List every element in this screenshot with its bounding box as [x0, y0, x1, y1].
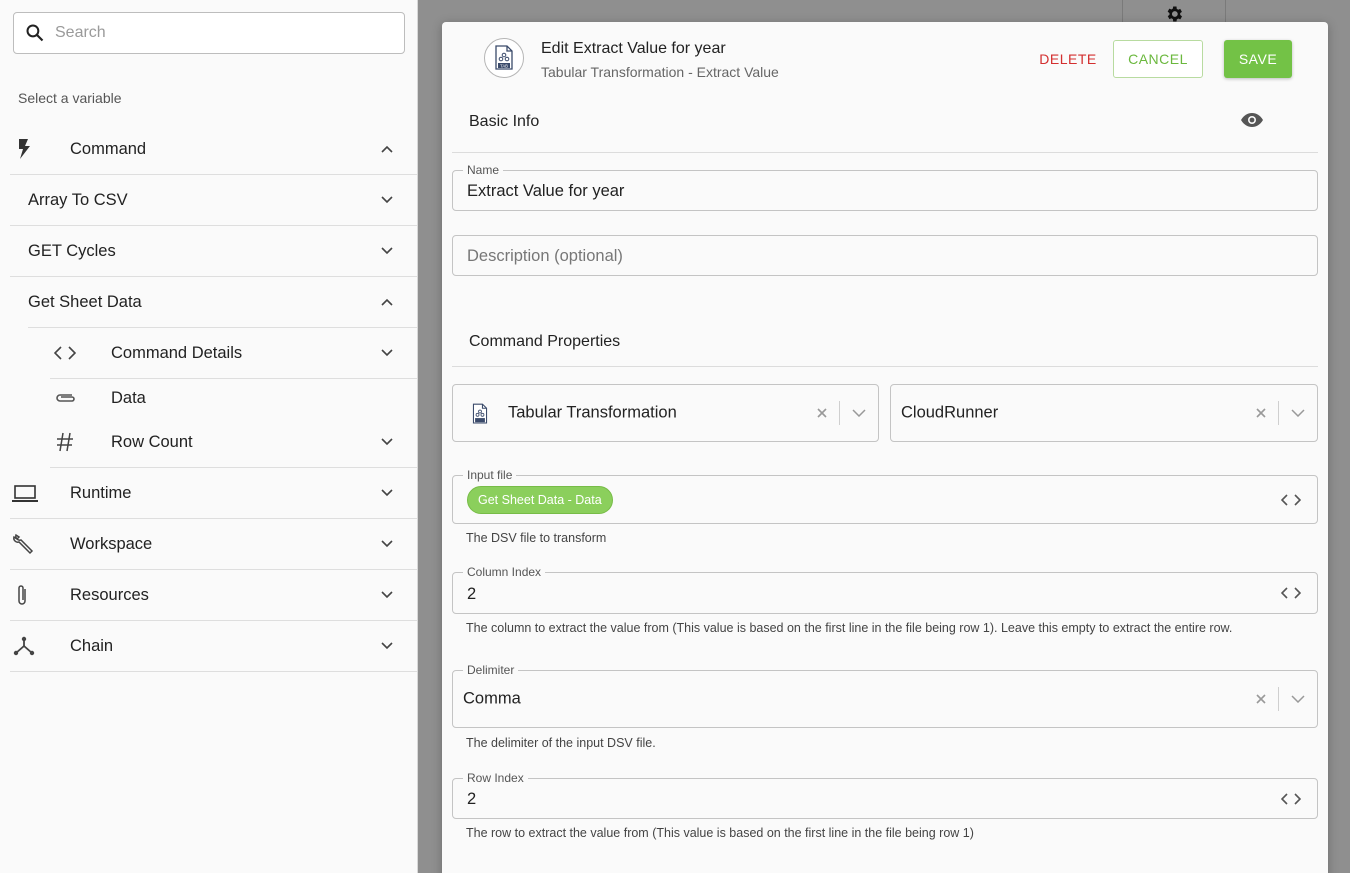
input-file-help: The DSV file to transform [466, 531, 607, 545]
delimiter-select[interactable]: Delimiter Comma [452, 663, 1318, 728]
chain-icon [13, 636, 35, 656]
delimiter-value: Comma [463, 689, 521, 708]
chevron-down-icon[interactable] [381, 540, 393, 548]
sidebar-item-label: Command [70, 139, 147, 158]
basic-info-title: Basic Info [469, 113, 540, 130]
sidebar-item-label: Runtime [70, 483, 132, 502]
chevron-down-icon[interactable] [1291, 409, 1305, 417]
clear-icon[interactable] [1255, 407, 1267, 419]
runner-select[interactable]: CloudRunner [890, 384, 1318, 442]
chevron-down-icon[interactable] [381, 349, 393, 357]
sidebar-item-resources[interactable]: Resources [10, 570, 417, 621]
code-icon[interactable] [1281, 792, 1301, 805]
chevron-down-icon[interactable] [381, 438, 393, 446]
chevron-up-icon[interactable] [381, 145, 393, 153]
column-index-label: Column Index [463, 565, 546, 579]
select-separator [1278, 687, 1279, 711]
sidebar-item-label: Chain [70, 636, 114, 655]
sidebar-item-label: GET Cycles [28, 241, 116, 260]
row-index-help: The row to extract the value from (This … [466, 826, 974, 840]
code-icon[interactable] [1281, 587, 1301, 599]
chevron-down-icon[interactable] [381, 247, 393, 255]
column-index-value: 2 [467, 585, 477, 603]
chevron-down-icon[interactable] [381, 196, 393, 204]
name-label: Name [463, 163, 504, 177]
delimiter-label: Delimiter [463, 663, 519, 677]
runner-select-value: CloudRunner [901, 403, 999, 422]
input-file-label: Input file [463, 468, 517, 482]
sidebar-item-array-to-csv[interactable]: Array To CSV [10, 175, 417, 226]
sidebar-item-label: Command Details [111, 343, 243, 362]
column-index-help: The column to extract the value from (Th… [466, 621, 1233, 635]
divider [452, 152, 1318, 153]
sidebar-item-row-count[interactable]: Row Count [50, 417, 417, 468]
select-separator [1278, 401, 1279, 425]
row-index-field[interactable]: Row Index 2 [452, 771, 1318, 819]
clear-icon[interactable] [816, 407, 828, 419]
code-icon[interactable] [1281, 493, 1301, 506]
cancel-button[interactable]: CANCEL [1113, 40, 1203, 78]
delimiter-help: The delimiter of the input DSV file. [466, 736, 656, 750]
lightning-icon [16, 138, 32, 160]
laptop-icon [12, 485, 38, 503]
tab-file-icon: TAB [484, 38, 524, 78]
wrench-icon [12, 532, 36, 556]
sidebar-item-get-cycles[interactable]: GET Cycles [10, 226, 417, 277]
input-file-chip[interactable]: Get Sheet Data - Data [467, 486, 613, 514]
search-icon [26, 24, 44, 42]
sidebar-item-command-details[interactable]: Command Details [50, 328, 417, 379]
sidebar-item-chain[interactable]: Chain [10, 621, 417, 672]
command-select[interactable]: Tabular Transformation [452, 384, 879, 442]
search-box[interactable] [13, 12, 405, 54]
delete-button[interactable]: DELETE [1022, 41, 1114, 77]
chevron-up-icon[interactable] [381, 298, 393, 306]
select-variable-label: Select a variable [18, 90, 122, 106]
sidebar-item-label: Get Sheet Data [28, 292, 142, 311]
chevron-down-icon[interactable] [1291, 695, 1305, 703]
edit-command-dialog: TAB Edit Extract Value for year Tabular … [442, 22, 1328, 873]
column-index-field[interactable]: Column Index 2 [452, 565, 1318, 614]
command-select-value: Tabular Transformation [508, 403, 677, 422]
sidebar-item-command[interactable]: Command [10, 124, 417, 175]
search-input[interactable] [55, 24, 375, 42]
paperclip-icon [16, 584, 30, 608]
sidebar-item-label: Data [111, 388, 146, 407]
sidebar-item-workspace[interactable]: Workspace [10, 519, 417, 570]
name-value: Extract Value for year [467, 182, 625, 200]
tab-file-icon [471, 402, 489, 426]
sidebar-item-label: Array To CSV [28, 190, 128, 209]
chevron-down-icon[interactable] [381, 642, 393, 650]
save-button[interactable]: SAVE [1224, 40, 1292, 78]
dialog-subtitle: Tabular Transformation - Extract Value [541, 64, 779, 80]
name-field[interactable]: Name Extract Value for year [452, 163, 1318, 211]
clear-icon[interactable] [1255, 693, 1267, 705]
divider [452, 366, 1318, 367]
eye-icon[interactable] [1240, 112, 1264, 133]
select-separator [839, 401, 840, 425]
code-icon [54, 346, 76, 360]
chevron-down-icon[interactable] [852, 409, 866, 417]
row-index-value: 2 [467, 790, 477, 808]
sidebar-item-data[interactable]: Data [50, 379, 417, 417]
variable-sidebar: Select a variable Command Array To CSV G… [0, 0, 418, 873]
sidebar-item-get-sheet-data[interactable]: Get Sheet Data [28, 277, 417, 328]
dialog-title: Edit Extract Value for year [541, 40, 726, 57]
sidebar-item-label: Row Count [111, 432, 193, 451]
sidebar-item-runtime[interactable]: Runtime [10, 468, 417, 519]
description-field[interactable]: Description (optional) [452, 235, 1318, 276]
input-file-field[interactable]: Input file Get Sheet Data - Data [452, 468, 1318, 524]
row-index-label: Row Index [463, 771, 528, 785]
svg-text:TAB: TAB [500, 63, 508, 68]
command-properties-title: Command Properties [469, 333, 621, 350]
paperclip-icon [54, 390, 76, 404]
hash-icon [56, 432, 74, 452]
sidebar-item-label: Workspace [70, 534, 153, 553]
chevron-down-icon[interactable] [381, 489, 393, 497]
description-placeholder: Description (optional) [467, 247, 623, 265]
sidebar-item-label: Resources [70, 585, 149, 604]
chevron-down-icon[interactable] [381, 591, 393, 599]
